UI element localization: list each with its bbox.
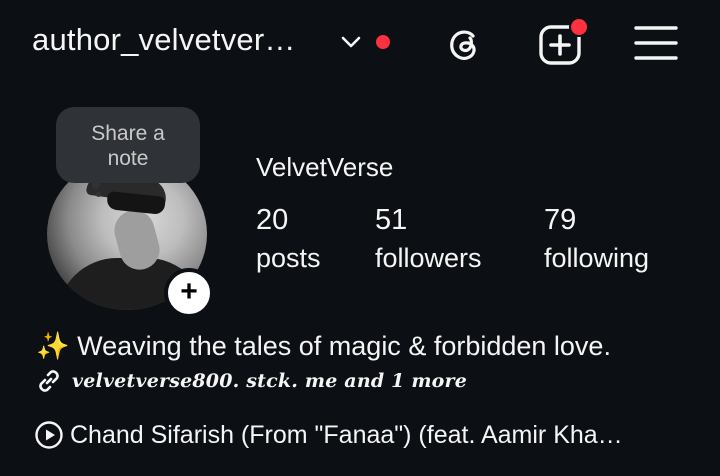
note-bubble-tail [96, 192, 101, 197]
posts-label[interactable]: posts [256, 243, 321, 274]
note-prompt-line-2: note [107, 147, 149, 170]
followers-count[interactable]: 51 [375, 204, 407, 237]
share-note-bubble[interactable]: Share a note [56, 107, 200, 183]
create-notification-dot [569, 17, 589, 37]
play-circle-icon [35, 421, 63, 449]
music-track-title[interactable]: Chand Sifarish (From "Fanaa") (feat. Aam… [70, 421, 623, 450]
link-text[interactable]: velvetverse800. stck. me and 1 more [72, 370, 467, 392]
account-notification-dot [376, 35, 390, 49]
bio-text: Weaving the tales of magic & forbidden l… [77, 331, 611, 361]
note-bubble-tail [92, 181, 100, 189]
bio-text-row: ✨ Weaving the tales of magic & forbidden… [36, 330, 611, 362]
following-count[interactable]: 79 [544, 204, 576, 237]
account-switcher-username[interactable]: author_velvetver… [32, 22, 296, 58]
posts-count[interactable]: 20 [256, 204, 288, 237]
hamburger-menu-icon[interactable] [634, 24, 678, 62]
sparkles-icon: ✨ [36, 331, 70, 361]
following-label[interactable]: following [544, 243, 649, 274]
note-prompt-line-1: Share a [91, 122, 165, 145]
profile-music[interactable]: Chand Sifarish (From "Fanaa") (feat. Aam… [34, 420, 623, 450]
threads-icon[interactable] [442, 22, 486, 66]
chevron-down-icon[interactable] [340, 34, 362, 50]
followers-label[interactable]: followers [375, 243, 482, 274]
bio-links[interactable]: velvetverse800. stck. me and 1 more [34, 366, 467, 396]
add-story-button[interactable]: + [164, 268, 214, 318]
display-name: VelvetVerse [256, 152, 394, 182]
link-icon [39, 370, 59, 392]
